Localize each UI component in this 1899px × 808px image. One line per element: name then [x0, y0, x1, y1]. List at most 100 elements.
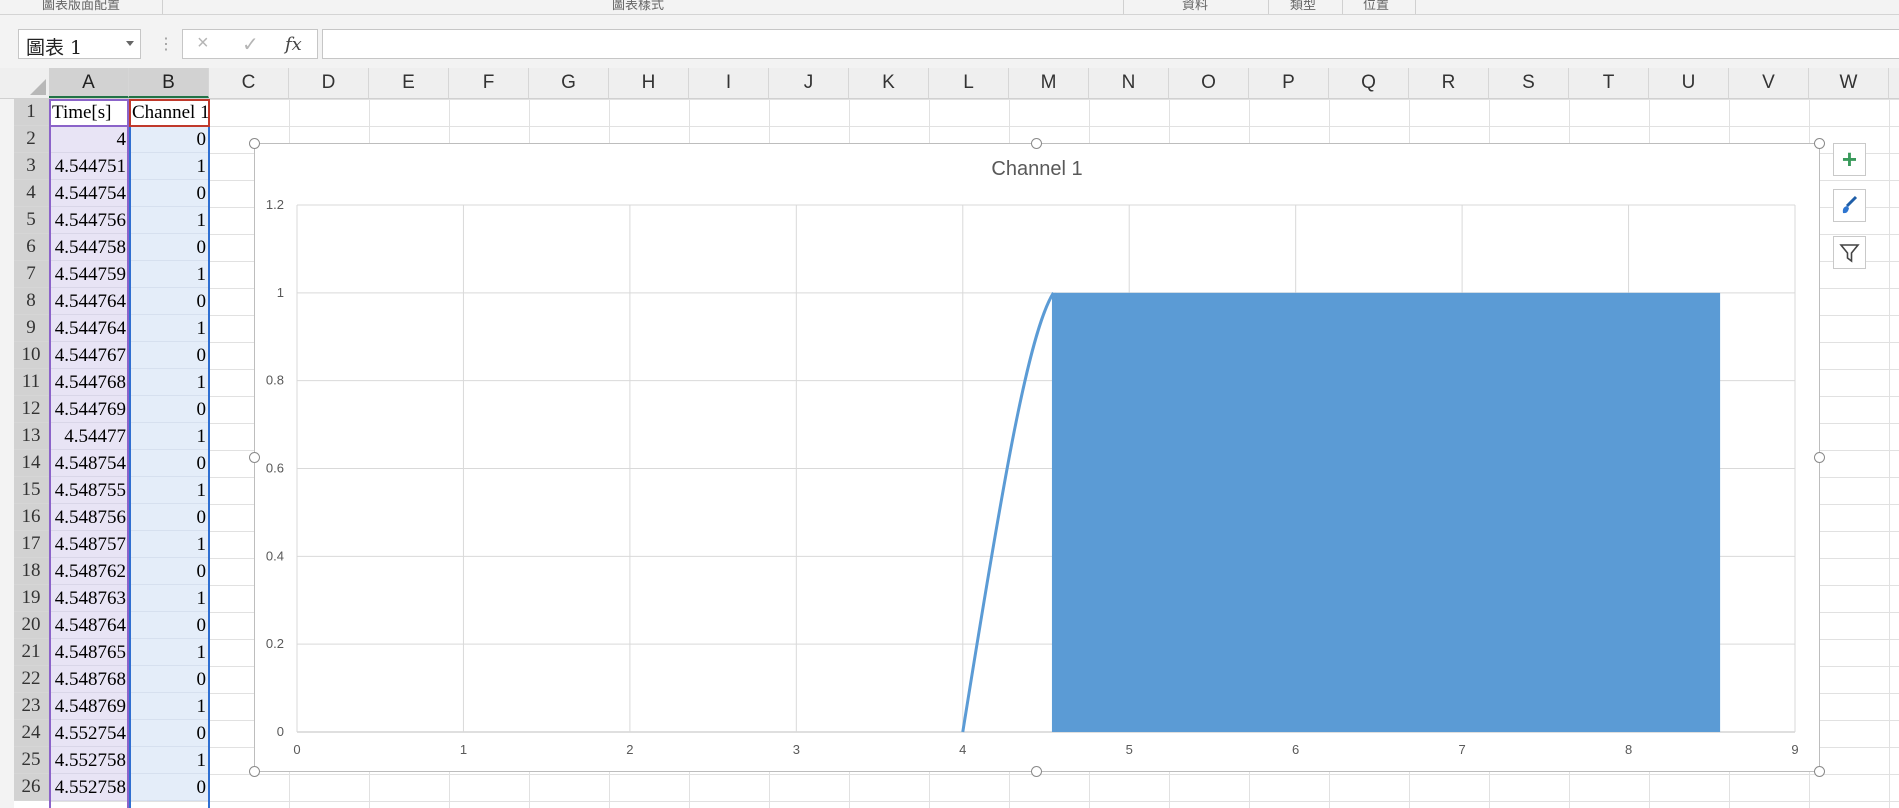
column-header-t[interactable]: T [1569, 68, 1649, 98]
row-header-9[interactable]: 9 [14, 315, 49, 342]
chevron-down-icon[interactable] [126, 41, 134, 46]
resize-handle-bottom-right[interactable] [1814, 766, 1825, 777]
series-dense-region[interactable] [1054, 292, 1721, 732]
cell-b6[interactable]: 0 [129, 234, 209, 261]
column-header-f[interactable]: F [449, 68, 529, 98]
row-header-1[interactable]: 1 [14, 99, 49, 126]
more-vertical-icon[interactable]: ⋮ [158, 34, 174, 54]
row-header-20[interactable]: 20 [14, 612, 49, 639]
cell-a13[interactable]: 4.54477 [49, 423, 129, 450]
row-header-15[interactable]: 15 [14, 477, 49, 504]
cell-b24[interactable]: 0 [129, 720, 209, 747]
row-header-8[interactable]: 8 [14, 288, 49, 315]
cell-b16[interactable]: 0 [129, 504, 209, 531]
column-header-h[interactable]: H [609, 68, 689, 98]
row-header-22[interactable]: 22 [14, 666, 49, 693]
row-header-2[interactable]: 2 [14, 126, 49, 153]
cell-a20[interactable]: 4.548764 [49, 612, 129, 639]
column-header-g[interactable]: G [529, 68, 609, 98]
cell-b26[interactable]: 0 [129, 774, 209, 801]
cell-b23[interactable]: 1 [129, 693, 209, 720]
plot-area[interactable]: 0 0.2 0.4 0.6 0.8 1 1.2 0 1 2 3 4 5 6 7 8 9 [255, 144, 1819, 771]
cell-b18[interactable]: 0 [129, 558, 209, 585]
cell-a3[interactable]: 4.544751 [49, 153, 129, 180]
cell-a9[interactable]: 4.544764 [49, 315, 129, 342]
column-header-a[interactable]: A [49, 68, 129, 98]
cell-a24[interactable]: 4.552754 [49, 720, 129, 747]
chart-filters-button[interactable] [1833, 236, 1866, 269]
cell-b25[interactable]: 1 [129, 747, 209, 774]
row-header-10[interactable]: 10 [14, 342, 49, 369]
column-header-i[interactable]: I [689, 68, 769, 98]
row-header-4[interactable]: 4 [14, 180, 49, 207]
cell-b22[interactable]: 0 [129, 666, 209, 693]
cell-a25[interactable]: 4.552758 [49, 747, 129, 774]
enter-icon[interactable]: ✓ [242, 32, 259, 57]
row-header-17[interactable]: 17 [14, 531, 49, 558]
column-header-o[interactable]: O [1169, 68, 1249, 98]
select-all-corner[interactable] [14, 68, 50, 98]
name-box[interactable]: 圖表 1 [18, 29, 141, 59]
series-line-segment[interactable] [1051, 292, 1057, 733]
row-header-24[interactable]: 24 [14, 720, 49, 747]
cell-a19[interactable]: 4.548763 [49, 585, 129, 612]
row-header-23[interactable]: 23 [14, 693, 49, 720]
cell-b17[interactable]: 1 [129, 531, 209, 558]
cell-b9[interactable]: 1 [129, 315, 209, 342]
column-header-d[interactable]: D [289, 68, 369, 98]
series-line[interactable] [961, 292, 1055, 733]
resize-handle-top-right[interactable] [1814, 138, 1825, 149]
cell-b12[interactable]: 0 [129, 396, 209, 423]
column-header-e[interactable]: E [369, 68, 449, 98]
row-header-26[interactable]: 26 [14, 774, 49, 801]
cell-a4[interactable]: 4.544754 [49, 180, 129, 207]
cell-b14[interactable]: 0 [129, 450, 209, 477]
insert-function-icon[interactable]: fx [285, 34, 302, 55]
cell-a11[interactable]: 4.544768 [49, 369, 129, 396]
column-header-p[interactable]: P [1249, 68, 1329, 98]
cell-b19[interactable]: 1 [129, 585, 209, 612]
column-header-m[interactable]: M [1009, 68, 1089, 98]
cell-b4[interactable]: 0 [129, 180, 209, 207]
cell-b15[interactable]: 1 [129, 477, 209, 504]
row-header-7[interactable]: 7 [14, 261, 49, 288]
cell-b5[interactable]: 1 [129, 207, 209, 234]
row-header-3[interactable]: 3 [14, 153, 49, 180]
cell-a7[interactable]: 4.544759 [49, 261, 129, 288]
row-header-16[interactable]: 16 [14, 504, 49, 531]
column-header-w[interactable]: W [1809, 68, 1889, 98]
chart-elements-button[interactable]: + [1833, 143, 1866, 176]
cell-b3[interactable]: 1 [129, 153, 209, 180]
row-header-25[interactable]: 25 [14, 747, 49, 774]
chart-styles-button[interactable] [1833, 189, 1866, 222]
resize-handle-left[interactable] [249, 452, 260, 463]
cell-a21[interactable]: 4.548765 [49, 639, 129, 666]
cell-a2[interactable]: 4 [49, 126, 129, 153]
cell-b1[interactable]: Channel 1 [129, 99, 209, 126]
cell-a17[interactable]: 4.548757 [49, 531, 129, 558]
column-header-c[interactable]: C [209, 68, 289, 98]
resize-handle-bottom-left[interactable] [249, 766, 260, 777]
cell-b10[interactable]: 0 [129, 342, 209, 369]
cell-b13[interactable]: 1 [129, 423, 209, 450]
formula-input[interactable] [322, 29, 1899, 59]
row-header-11[interactable]: 11 [14, 369, 49, 396]
cell-b20[interactable]: 0 [129, 612, 209, 639]
row-header-5[interactable]: 5 [14, 207, 49, 234]
cell-b2[interactable]: 0 [129, 126, 209, 153]
resize-handle-top[interactable] [1031, 138, 1042, 149]
column-header-l[interactable]: L [929, 68, 1009, 98]
column-header-r[interactable]: R [1409, 68, 1489, 98]
column-header-v[interactable]: V [1729, 68, 1809, 98]
cell-a18[interactable]: 4.548762 [49, 558, 129, 585]
column-header-q[interactable]: Q [1329, 68, 1409, 98]
column-header-u[interactable]: U [1649, 68, 1729, 98]
cell-b11[interactable]: 1 [129, 369, 209, 396]
column-header-k[interactable]: K [849, 68, 929, 98]
cancel-icon[interactable]: × [197, 32, 209, 55]
cell-a12[interactable]: 4.544769 [49, 396, 129, 423]
cell-a14[interactable]: 4.548754 [49, 450, 129, 477]
row-header-13[interactable]: 13 [14, 423, 49, 450]
row-header-19[interactable]: 19 [14, 585, 49, 612]
cell-a10[interactable]: 4.544767 [49, 342, 129, 369]
